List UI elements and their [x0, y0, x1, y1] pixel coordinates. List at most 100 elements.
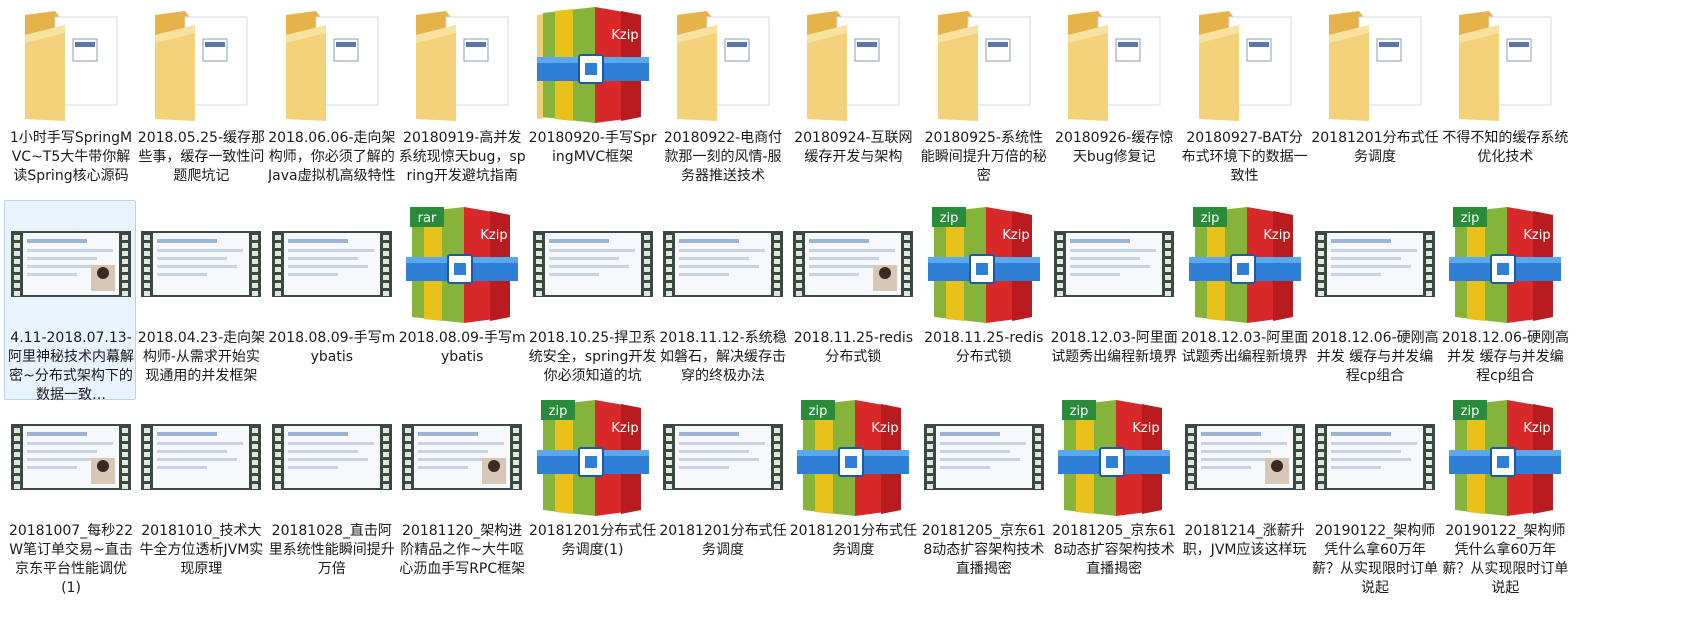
file-name-label: 20181120_架构进阶精品之作~大牛呕心沥血手写RPC框架 [399, 523, 526, 577]
file-name-label: 20181201分布式任务调度 [659, 523, 787, 558]
svg-text:Kzip: Kzip [481, 228, 508, 243]
video-thumbnail-icon [1315, 205, 1435, 325]
svg-text:Kzip: Kzip [1133, 421, 1160, 436]
file-item[interactable]: 20181205_京东618动态扩容架构技术直播揭密 [917, 393, 1049, 593]
svg-text:Kzip: Kzip [1524, 421, 1551, 436]
svg-text:zip: zip [548, 404, 567, 419]
file-item[interactable]: 2018.05.25-缓存那些事，缓存一致性问题爬坑记 [134, 0, 266, 200]
kzip-archive-icon: Kzip zip [793, 398, 913, 518]
file-name-label: 2018.08.09-手写mybatis [268, 330, 396, 365]
svg-text:zip: zip [1070, 404, 1089, 419]
video-thumbnail-icon [1054, 205, 1175, 325]
file-item[interactable]: 2018.12.06-硬刚高并发 缓存与并发编程cp组合 [1308, 200, 1440, 400]
svg-text:zip: zip [1200, 211, 1219, 226]
svg-text:zip: zip [939, 211, 958, 226]
folder-icon [1054, 5, 1174, 125]
file-item[interactable]: 20181201分布式任务调度 [656, 393, 788, 593]
file-item[interactable]: 2018.06.06-走向架构师，你必须了解的Java虚拟机高级特性 [265, 0, 397, 200]
file-name-label: 20180925-系统性能瞬间提升万倍的秘密 [920, 130, 1047, 184]
file-item[interactable]: 20190122_架构师凭什么拿60万年薪？从实现限时订单说起 [1308, 393, 1440, 596]
svg-text:zip: zip [809, 404, 828, 419]
svg-text:Kzip: Kzip [611, 28, 638, 43]
video-thumbnail-icon [663, 205, 783, 325]
folder-icon [402, 5, 522, 125]
file-grid: 1小时手写SpringMVC~T5大牛带你解读Spring核心源码 2018.0… [0, 0, 1686, 632]
folder-icon [924, 5, 1044, 125]
file-item[interactable]: 2018.08.09-手写mybatis [265, 200, 397, 400]
svg-text:Kzip: Kzip [611, 421, 638, 436]
file-item[interactable]: Kzip zip 2018.11.25-redis分布式锁 [917, 200, 1049, 400]
file-item[interactable]: Kzip zip 20181201分布式任务调度(1) [526, 393, 658, 593]
folder-icon [663, 5, 783, 125]
file-name-label: 不得不知的缓存系统优化技术 [1442, 130, 1569, 165]
file-item[interactable]: 20181028_直击阿里系统性能瞬间提升万倍 [265, 393, 397, 593]
kzip-archive-icon: Kzip zip [924, 205, 1044, 325]
file-item[interactable]: 20180925-系统性能瞬间提升万倍的秘密 [917, 0, 1049, 200]
file-item[interactable]: Kzip zip 2018.12.03-阿里面试题秀出编程新境界 [1178, 200, 1310, 400]
file-item[interactable]: 4.11-2018.07.13-阿里神秘技术内幕解密~分布式架构下的数据一致… [4, 200, 136, 403]
folder-icon [1315, 5, 1435, 125]
video-thumbnail-icon [11, 398, 131, 518]
file-item[interactable]: 不得不知的缓存系统优化技术 [1438, 0, 1570, 200]
svg-text:Kzip: Kzip [1524, 228, 1551, 243]
file-item[interactable]: 2018.11.12-系统稳如磐石，解决缓存击穿的终极办法 [656, 200, 788, 400]
file-item[interactable]: 20180922-电商付款那一刻的风情-服务器推送技术 [656, 0, 788, 200]
file-item[interactable]: 2018.04.23-走向架构师-从需求开始实现通用的并发框架 [134, 200, 266, 400]
file-item[interactable]: 20180926-缓存惊天bug修复记 [1047, 0, 1179, 200]
video-thumbnail-icon [141, 205, 262, 325]
file-item[interactable]: 1小时手写SpringMVC~T5大牛带你解读Spring核心源码 [4, 0, 136, 200]
file-item[interactable]: 20181201分布式任务调度 [1308, 0, 1440, 200]
file-name-label: 20180924-互联网缓存开发与架构 [794, 130, 913, 165]
file-item[interactable]: Kzip zip 20181205_京东618动态扩容架构技术直播揭密 [1047, 393, 1179, 593]
file-item[interactable]: 2018.11.25-redis分布式锁 [786, 200, 918, 400]
svg-text:zip: zip [1461, 211, 1480, 226]
folder-icon [1445, 5, 1565, 125]
file-name-label: 2018.05.25-缓存那些事，缓存一致性问题爬坑记 [137, 130, 265, 184]
file-name-label: 2018.04.23-走向架构师-从需求开始实现通用的并发框架 [137, 330, 265, 384]
file-item[interactable]: 2018.12.03-阿里面试题秀出编程新境界 [1047, 200, 1179, 400]
file-item[interactable]: 2018.10.25-捍卫系统安全，spring开发你必须知道的坑 [526, 200, 658, 400]
video-thumbnail-icon [402, 398, 523, 518]
video-thumbnail-icon [532, 205, 653, 325]
kzip-archive-icon: Kzip zip [1185, 205, 1305, 325]
file-item[interactable]: Kzip zip 2018.12.06-硬刚高并发 缓存与并发编程cp组合 [1438, 200, 1570, 400]
file-name-label: 2018.12.03-阿里面试题秀出编程新境界 [1050, 330, 1178, 365]
file-item[interactable]: 20181010_技术大牛全方位透析JVM实现原理 [134, 393, 266, 593]
file-name-label: 20181205_京东618动态扩容架构技术直播揭密 [1052, 523, 1177, 577]
video-thumbnail-icon [1315, 398, 1435, 518]
svg-text:zip: zip [1461, 404, 1480, 419]
file-item[interactable]: 20180919-高并发系统现惊天bug，spring开发避坑指南 [395, 0, 527, 200]
kzip-folder-icon: Kzip [533, 5, 653, 125]
kzip-archive-icon: Kzip zip [1445, 205, 1565, 325]
file-item[interactable]: 20181007_每秒22W笔订单交易~直击京东平台性能调优(1) [4, 393, 136, 596]
file-item[interactable]: Kzip zip 20190122_架构师凭什么拿60万年薪？从实现限时订单说起 [1438, 393, 1570, 596]
file-name-label: 20180927-BAT分布式环境下的数据一致性 [1181, 130, 1308, 184]
file-name-label: 2018.12.06-硬刚高并发 缓存与并发编程cp组合 [1441, 330, 1569, 384]
kzip-archive-icon: Kzip zip [533, 398, 653, 518]
kzip-archive-icon: Kzip zip [1054, 398, 1174, 518]
file-name-label: 2018.10.25-捍卫系统安全，spring开发你必须知道的坑 [528, 330, 657, 384]
file-name-label: 20181205_京东618动态扩容架构技术直播揭密 [921, 523, 1046, 577]
file-item[interactable]: Kzip zip 20181201分布式任务调度 [786, 393, 918, 593]
file-name-label: 2018.12.06-硬刚高并发 缓存与并发编程cp组合 [1311, 330, 1439, 384]
file-name-label: 20181010_技术大牛全方位透析JVM实现原理 [139, 523, 264, 577]
file-name-label: 20190122_架构师凭什么拿60万年薪？从实现限时订单说起 [1442, 523, 1569, 596]
kzip-archive-icon: Kzip zip [1445, 398, 1565, 518]
file-name-label: 20181201分布式任务调度 [1311, 130, 1439, 165]
file-item[interactable]: 20180927-BAT分布式环境下的数据一致性 [1178, 0, 1310, 200]
file-item[interactable]: 20181120_架构进阶精品之作~大牛呕心沥血手写RPC框架 [395, 393, 527, 593]
file-item[interactable]: 20181214_涨薪升职，JVM应该这样玩 [1178, 393, 1310, 593]
file-item[interactable]: 20180924-互联网缓存开发与架构 [786, 0, 918, 200]
folder-icon [272, 5, 392, 125]
file-name-label: 2018.12.03-阿里面试题秀出编程新境界 [1180, 330, 1309, 365]
file-item[interactable]: Kzip 20180920-手写SpringMVC框架 [526, 0, 658, 200]
file-name-label: 1小时手写SpringMVC~T5大牛带你解读Spring核心源码 [9, 130, 133, 184]
file-name-label: 20190122_架构师凭什么拿60万年薪？从实现限时订单说起 [1312, 523, 1438, 596]
video-thumbnail-icon [271, 398, 392, 518]
file-name-label: 20181028_直击阿里系统性能瞬间提升万倍 [268, 523, 395, 577]
file-name-label: 2018.06.06-走向架构师，你必须了解的Java虚拟机高级特性 [268, 130, 396, 184]
video-thumbnail-icon [141, 398, 262, 518]
file-name-label: 20180922-电商付款那一刻的风情-服务器推送技术 [663, 130, 783, 184]
file-name-label: 20180926-缓存惊天bug修复记 [1055, 130, 1174, 165]
file-item[interactable]: Kzip rar 2018.08.09-手写mybatis [395, 200, 527, 400]
